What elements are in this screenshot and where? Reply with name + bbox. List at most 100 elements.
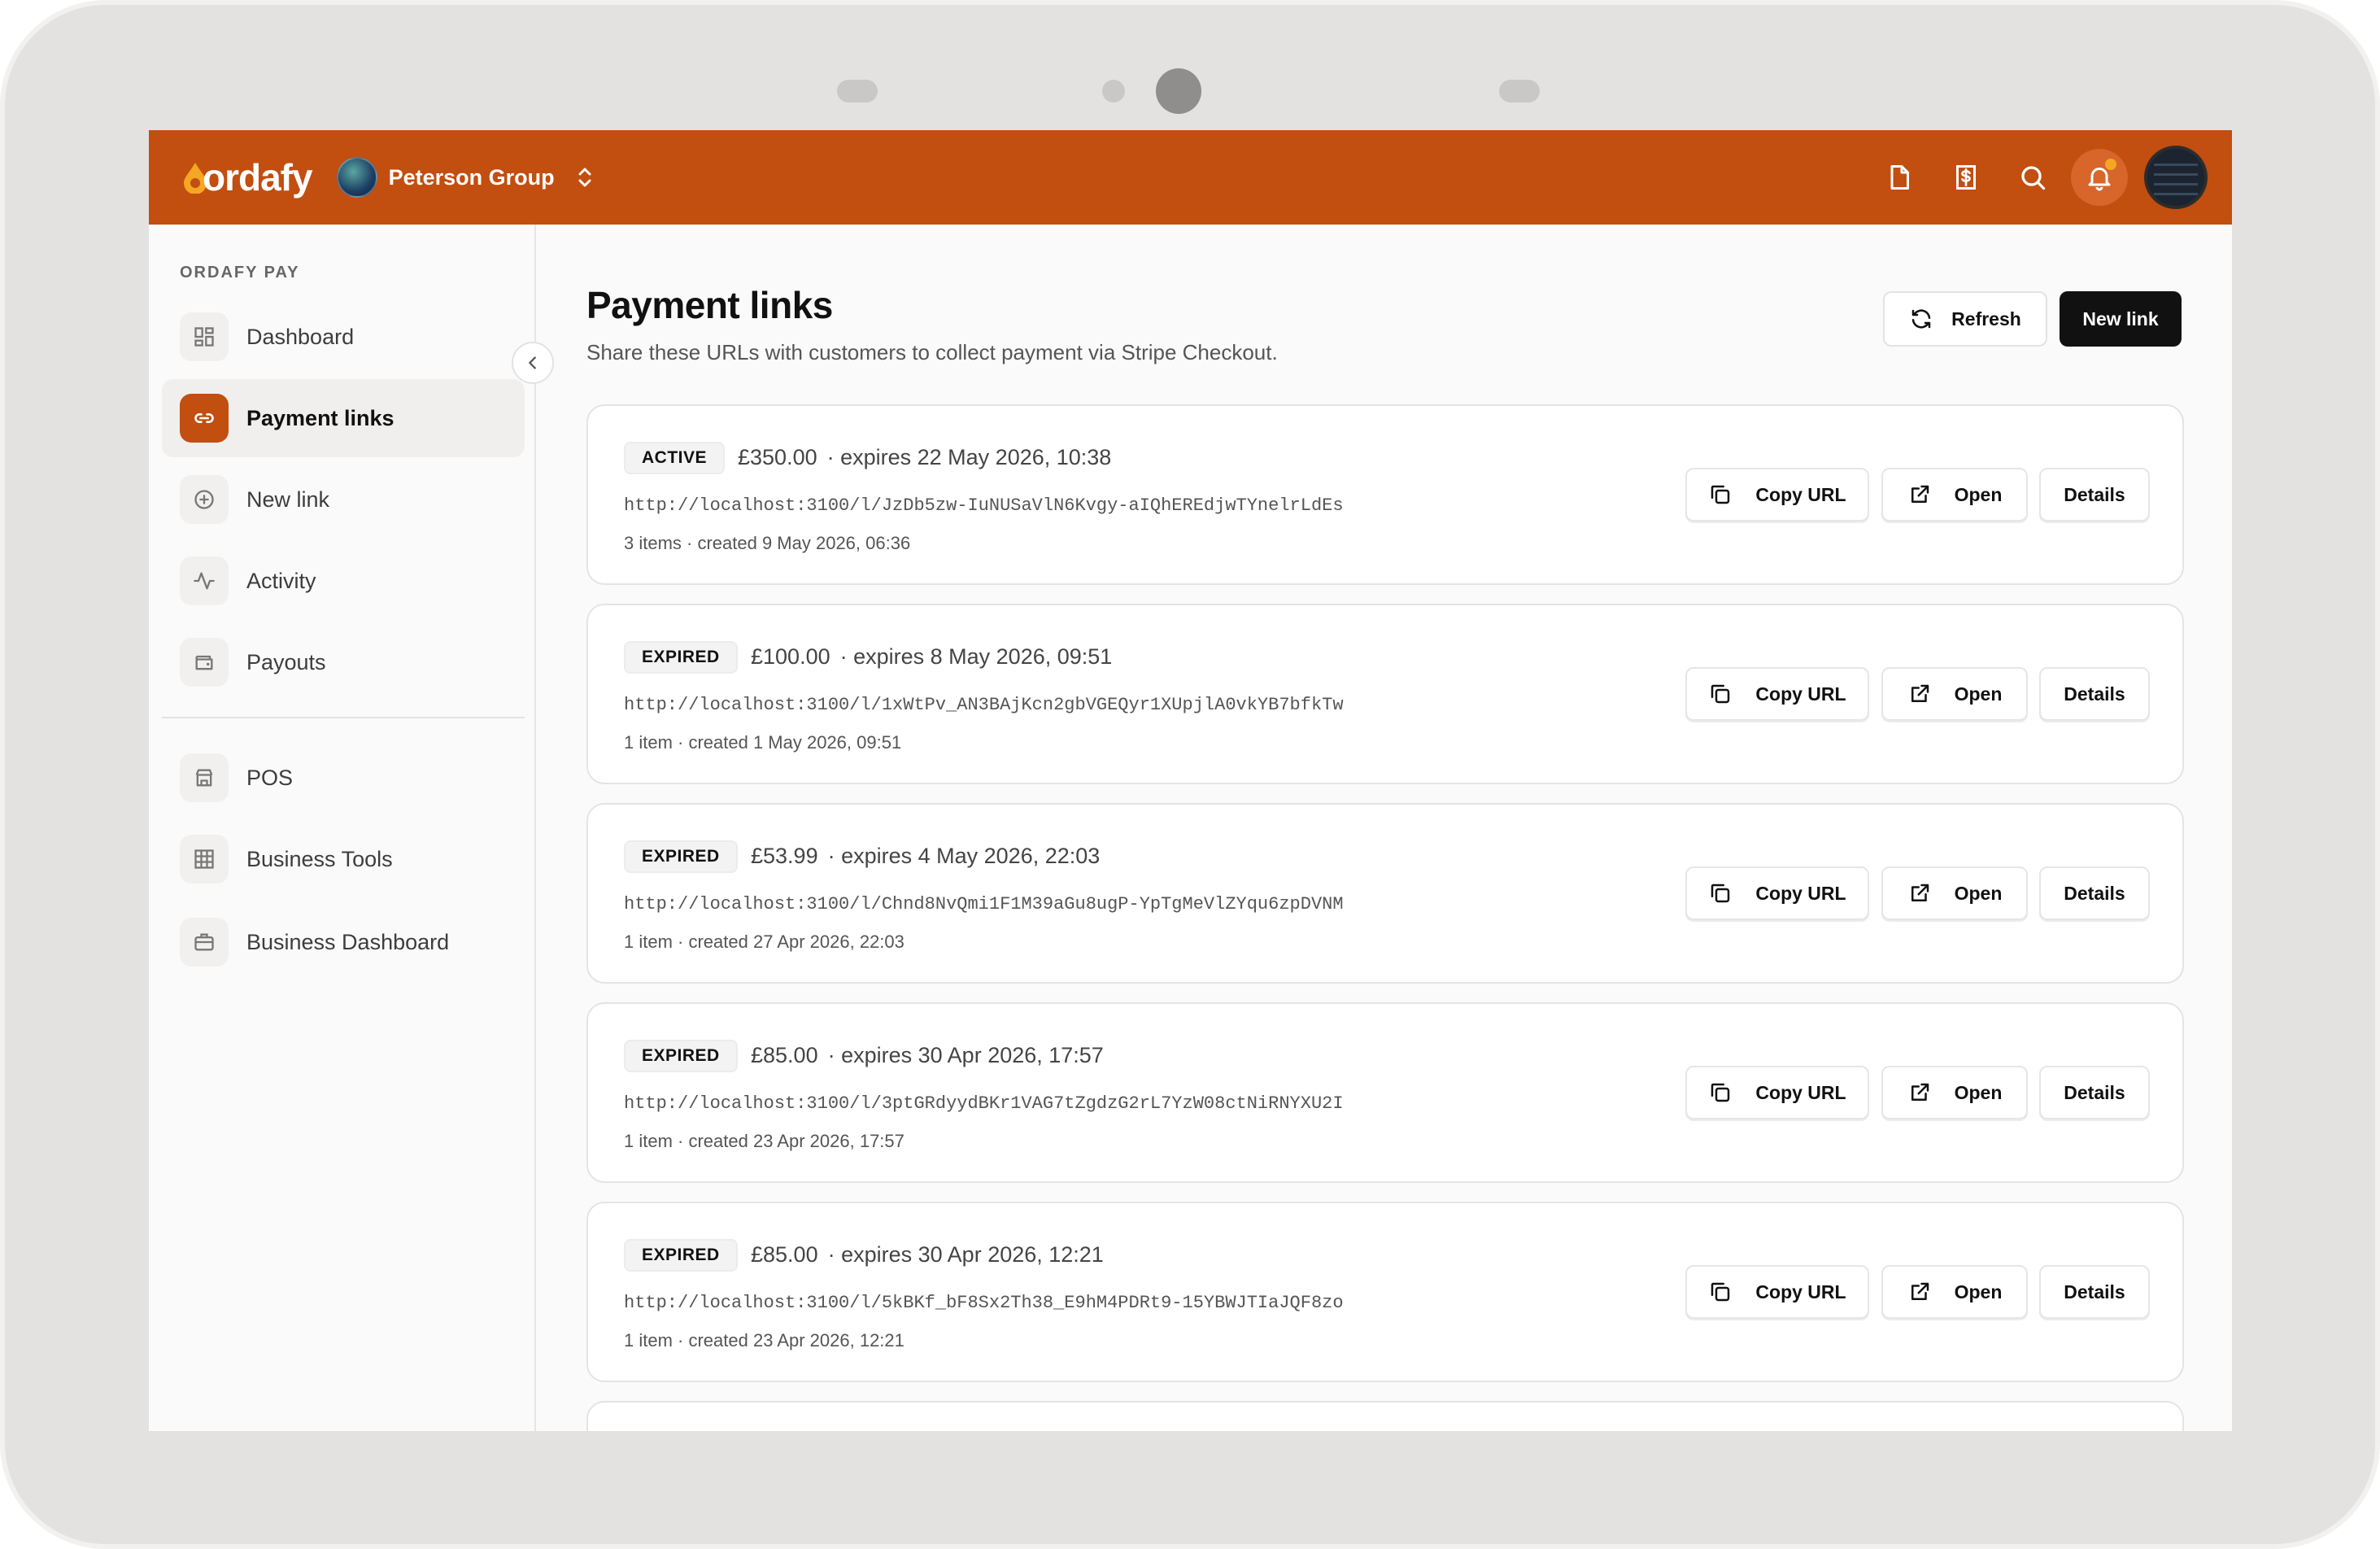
sidebar-heading: ORDAFY PAY [180,264,300,281]
sidebar-item-payment-links[interactable]: Payment links [162,379,525,457]
activity-icon [180,556,229,605]
search-button[interactable] [1999,144,2066,211]
sidebar-item-business-tools[interactable]: Business Tools [162,820,525,898]
open-button[interactable]: Open [1881,667,2028,721]
open-button[interactable]: Open [1881,1265,2028,1319]
external-link-icon [1911,485,1929,503]
expiry: · expires 8 May 2026, 09:51 [839,644,1113,669]
expiry: · expires 30 Apr 2026, 12:21 [827,1242,1104,1267]
sidebar-item-label: Business Dashboard [246,929,450,954]
expiry: · expires 22 May 2026, 10:38 [826,445,1112,469]
refresh-button[interactable]: Refresh [1883,291,2047,347]
sensor-right [1499,80,1540,103]
document-button[interactable] [1866,144,1933,211]
amount: £350.00 [738,445,817,469]
copy-icon [1711,1083,1730,1102]
details-button[interactable]: Details [2039,1265,2150,1319]
page-subtitle: Share these URLs with customers to colle… [586,340,1278,364]
copy-url-label: Copy URL [1755,882,1846,904]
wallet-icon [180,638,229,687]
refresh-label: Refresh [1951,308,2021,329]
payment-link-card: EXPIRED £100.00 · expires 8 May 2026, 09:… [586,604,2184,784]
link-meta: 1 item · created 23 Apr 2026, 17:57 [624,1131,904,1151]
table-icon [180,835,229,884]
open-label: Open [1954,483,2003,505]
sidebar: ORDAFY PAY Dashboard Payment links New l… [149,225,536,1431]
sensor-dot [1102,80,1125,103]
copy-icon [1711,1282,1730,1302]
invoice-button[interactable] [1933,144,1999,211]
chevron-up-down-icon [578,168,591,187]
payment-link-card-partial [586,1401,2184,1431]
amount: £85.00 [751,1043,818,1067]
sidebar-item-label: Business Tools [246,846,393,871]
open-button[interactable]: Open [1881,866,2028,920]
sidebar-item-business-dashboard[interactable]: Business Dashboard [162,903,525,981]
amount-line: £53.99 · expires 4 May 2026, 22:03 [751,844,1100,869]
new-link-button[interactable]: New link [2060,291,2182,347]
notifications-button[interactable] [2071,149,2128,206]
logo-text: ordafy [203,156,313,199]
copy-icon [1711,684,1730,704]
open-button[interactable]: Open [1881,1066,2028,1119]
status-badge: EXPIRED [624,641,738,674]
sidebar-item-label: Payment links [246,405,394,430]
link-meta: 3 items · created 9 May 2026, 06:36 [624,533,911,553]
collapse-sidebar-button[interactable] [512,342,554,384]
status-badge: EXPIRED [624,1239,738,1272]
payment-link-card: ACTIVE £350.00 · expires 22 May 2026, 10:… [586,404,2184,585]
open-button[interactable]: Open [1881,468,2028,521]
plus-circle-icon [180,475,229,524]
ordafy-logo[interactable]: ordafy [181,155,313,199]
notification-dot [2105,159,2116,170]
document-icon [1890,165,1909,190]
link-url: http://localhost:3100/l/Chnd8NvQmi1F1M39… [624,894,1344,914]
main-content: Payment links Share these URLs with cust… [538,225,2232,1431]
external-link-icon [1911,1083,1929,1101]
payment-link-card: EXPIRED £53.99 · expires 4 May 2026, 22:0… [586,803,2184,984]
amount: £100.00 [751,644,830,669]
sidebar-item-pos[interactable]: POS [162,739,525,817]
open-label: Open [1954,683,2003,705]
sidebar-item-label: Dashboard [246,324,355,349]
copy-url-button[interactable]: Copy URL [1685,1066,1869,1119]
amount-line: £85.00 · expires 30 Apr 2026, 17:57 [751,1043,1104,1068]
amount: £85.00 [751,1242,818,1267]
expiry: · expires 30 Apr 2026, 17:57 [827,1043,1104,1067]
copy-icon [1711,485,1730,504]
details-button[interactable]: Details [2039,468,2150,521]
status-badge: EXPIRED [624,1040,738,1072]
sidebar-divider [162,717,525,718]
org-switcher[interactable]: Peterson Group [336,157,594,198]
details-button[interactable]: Details [2039,1066,2150,1119]
page-title: Payment links [586,284,833,326]
link-meta: 1 item · created 27 Apr 2026, 22:03 [624,932,904,952]
grid-icon [180,312,229,361]
open-label: Open [1954,882,2003,904]
sidebar-item-activity[interactable]: Activity [162,542,525,620]
store-icon [180,753,229,802]
copy-url-button[interactable]: Copy URL [1685,468,1869,521]
user-avatar[interactable] [2144,146,2208,209]
link-url: http://localhost:3100/l/3ptGRdyydBKr1VAG… [624,1093,1344,1114]
link-url: http://localhost:3100/l/JzDb5zw-IuNUSaVl… [624,495,1344,516]
open-label: Open [1954,1081,2003,1103]
expiry: · expires 4 May 2026, 22:03 [827,844,1101,868]
sidebar-item-dashboard[interactable]: Dashboard [162,298,525,376]
status-badge: EXPIRED [624,840,738,873]
copy-url-button[interactable]: Copy URL [1685,667,1869,721]
sidebar-item-new-link[interactable]: New link [162,460,525,539]
open-label: Open [1954,1281,2003,1302]
link-meta: 1 item · created 1 May 2026, 09:51 [624,732,902,753]
amount-line: £350.00 · expires 22 May 2026, 10:38 [738,445,1111,470]
sidebar-item-label: New link [246,487,330,512]
external-link-icon [1911,884,1929,901]
chevron-left-icon [529,356,536,369]
copy-url-button[interactable]: Copy URL [1685,866,1869,920]
sidebar-item-payouts[interactable]: Payouts [162,623,525,701]
details-button[interactable]: Details [2039,667,2150,721]
sidebar-item-label: POS [246,765,294,790]
link-url: http://localhost:3100/l/1xWtPv_AN3BAjKcn… [624,695,1344,715]
copy-url-button[interactable]: Copy URL [1685,1265,1869,1319]
details-button[interactable]: Details [2039,866,2150,920]
